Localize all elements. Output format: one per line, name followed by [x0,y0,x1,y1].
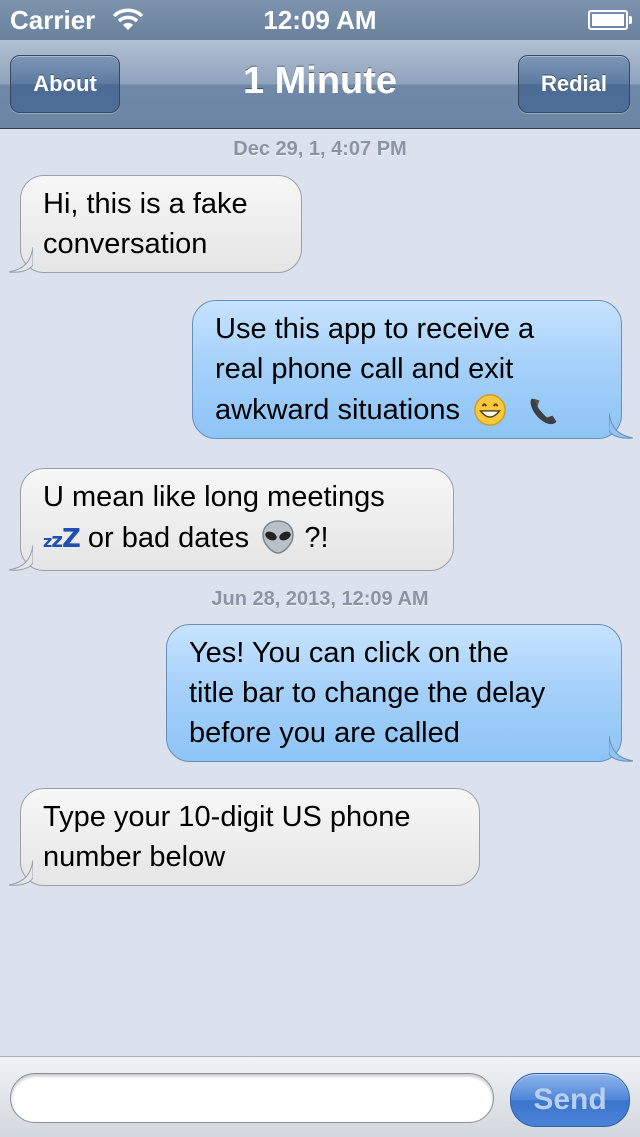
bubble-tail [9,247,33,273]
status-bar: Carrier 12:09 AM [0,0,640,40]
message-line: number below [43,841,226,873]
message-line: real phone call and exit [215,353,514,385]
message-text-suffix: ?! [304,522,329,554]
message-composer: Send [0,1056,640,1137]
telephone-receiver-icon [517,392,565,426]
bubble-tail [9,860,33,886]
message-line: conversation [43,228,208,260]
nav-bar: About 1 Minute Redial [0,40,640,129]
outgoing-message: Yes! You can click on the title bar to c… [166,624,633,762]
phone-number-input[interactable] [10,1073,494,1123]
status-time: 12:09 AM [263,5,377,35]
outgoing-message: Use this app to receive a real phone cal… [192,300,633,439]
bubble-tail [609,413,633,439]
redial-button[interactable]: Redial [518,55,630,113]
message-line: Hi, this is a fake [43,188,248,220]
message-line-with-emoji: zzZ or bad dates ?! [43,517,433,562]
incoming-message: Type your 10-digit US phone number below [9,788,480,886]
grinning-face-icon [468,392,517,426]
battery-icon [588,10,632,30]
message-text: awkward situations [215,394,460,426]
message-line: Yes! You can click on the [189,637,509,669]
message-line: Use this app to receive a [215,313,535,345]
message-timestamp: Dec 29, 1, 4:07 PM [233,138,407,160]
message-line: title bar to change the delay [189,677,546,709]
message-timestamp: Jun 28, 2013, 12:09 AM [211,588,429,610]
message-line: U mean like long meetings [43,481,385,513]
bubble-tail [9,545,33,571]
sleeping-zzz-icon: zzZ [43,524,81,554]
incoming-message: Hi, this is a fake conversation [9,175,302,273]
message-line-with-emoji: awkward situations [215,389,601,430]
alien-face-icon [257,520,304,554]
bubble-tail [609,736,633,762]
message-text: or bad dates [87,522,250,554]
send-button[interactable]: Send [510,1073,630,1127]
incoming-message: U mean like long meetings zzZ or bad dat… [9,468,454,571]
message-line: Type your 10-digit US phone [43,801,411,833]
message-line: before you are called [189,717,460,749]
